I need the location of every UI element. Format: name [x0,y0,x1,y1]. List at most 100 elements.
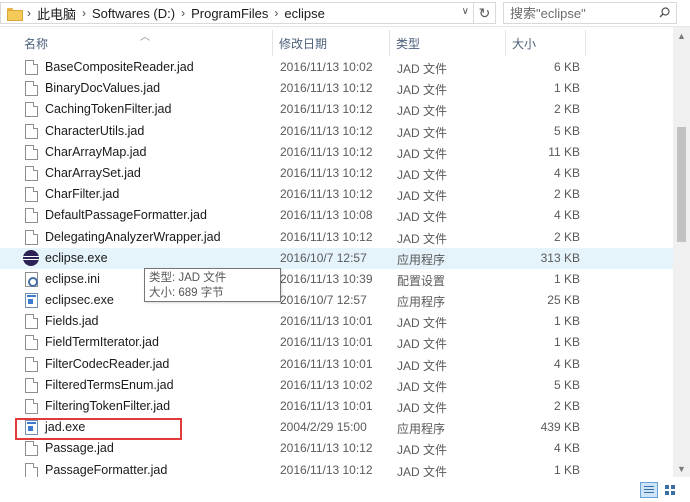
file-name: eclipse.ini [45,271,100,286]
file-type: JAD 文件 [397,104,448,119]
file-date: 2004/2/29 15:00 [280,420,367,435]
document-icon [25,229,38,245]
file-date: 2016/11/13 10:12 [280,123,373,138]
breadcrumb-eclipse[interactable]: eclipse [284,6,324,21]
file-date: 2016/11/13 10:39 [280,271,373,286]
breadcrumb-drive[interactable]: Softwares (D:) [92,6,175,21]
file-date: 2016/11/13 10:12 [280,229,373,244]
file-type: 应用程序 [397,295,446,310]
folder-icon [7,7,23,21]
file-row[interactable]: DelegatingAnalyzerWrapper.jad 2016/11/13 … [0,227,680,248]
file-name: eclipsec.exe [45,293,114,308]
column-type[interactable]: 类型 [390,30,506,56]
file-type: JAD 文件 [397,83,448,98]
file-size: 313 KB [540,250,580,265]
application-icon [25,293,38,309]
file-date: 2016/11/13 10:02 [280,377,373,392]
file-row[interactable]: CharArrayMap.jad 2016/11/13 10:12 JAD 文件 11… [0,142,680,163]
file-row[interactable]: eclipse.exe 2016/10/7 12:57 应用程序 313 KB [0,247,680,269]
scroll-down-arrow-icon[interactable]: ▼ [673,460,690,477]
file-name: CharArrayMap.jad [45,144,147,159]
file-name: Passage.jad [45,441,114,456]
file-type: JAD 文件 [397,443,448,458]
file-date: 2016/11/13 10:01 [280,335,373,350]
file-row[interactable]: FilteringTokenFilter.jad 2016/11/13 10:01… [0,396,680,417]
file-size: 1 KB [553,81,580,96]
chevron-right-icon[interactable]: › [82,6,86,20]
file-row[interactable]: CachingTokenFilter.jad 2016/11/13 10:12 JA… [0,99,680,120]
file-size: 2 KB [553,187,580,202]
vertical-scrollbar[interactable]: ▲ ▼ [673,27,690,477]
file-date: 2016/11/13 10:02 [280,60,373,74]
file-size: 5 KB [553,377,580,392]
breadcrumb-this-pc[interactable]: 此电脑 [37,4,76,23]
file-name: Fields.jad [45,314,99,329]
file-type: 应用程序 [397,252,446,267]
file-type: JAD 文件 [397,189,448,204]
file-row[interactable]: eclipse.ini 2016/11/13 10:39 配置设置 1 KB [0,269,680,290]
chevron-right-icon[interactable]: › [274,6,278,20]
file-row[interactable]: FieldTermIterator.jad 2016/11/13 10:01 JAD… [0,332,680,353]
file-date: 2016/11/13 10:12 [280,462,373,477]
refresh-button[interactable]: ↻ [474,2,496,24]
file-size: 2 KB [553,102,580,117]
file-row[interactable]: CharArraySet.jad 2016/11/13 10:12 JAD 文件 4 … [0,163,680,184]
file-name: FilteringTokenFilter.jad [45,399,171,413]
document-icon [25,165,38,181]
column-name[interactable]: 名称 [0,30,273,56]
file-name: FilteredTermsEnum.jad [45,377,174,392]
search-icon[interactable] [659,7,670,18]
file-row[interactable]: BinaryDocValues.jad 2016/11/13 10:12 JAD 文… [0,78,680,99]
file-size: 25 KB [547,293,580,308]
file-size: 2 KB [553,399,580,413]
chevron-right-icon[interactable]: › [27,6,31,20]
file-row[interactable]: FilterCodecReader.jad 2016/11/13 10:01 JAD… [0,354,680,375]
column-date-modified[interactable]: 修改日期 [273,30,390,56]
file-row[interactable]: BaseCompositeReader.jad 2016/11/13 10:02 J… [0,57,680,78]
breadcrumb-programfiles[interactable]: ProgramFiles [191,6,268,21]
search-input[interactable] [510,5,650,21]
file-date: 2016/10/7 12:57 [280,250,367,265]
document-icon [25,144,38,160]
eclipse-icon [23,249,39,266]
file-date: 2016/11/13 10:01 [280,314,373,329]
chevron-down-icon[interactable]: ∨ [462,6,469,17]
document-icon [25,314,38,330]
file-name: DelegatingAnalyzerWrapper.jad [45,229,221,244]
file-date: 2016/11/13 10:08 [280,208,373,223]
file-name: CachingTokenFilter.jad [45,102,172,117]
highlight-box [15,418,182,440]
file-row[interactable]: Fields.jad 2016/11/13 10:01 JAD 文件 1 KB [0,311,680,332]
file-name: eclipse.exe [45,250,108,265]
refresh-icon: ↻ [478,4,491,21]
document-icon [25,377,38,393]
details-view-button[interactable] [640,482,658,498]
file-row[interactable]: FilteredTermsEnum.jad 2016/11/13 10:02 JAD… [0,375,680,396]
chevron-right-icon[interactable]: › [181,6,185,20]
scroll-thumb[interactable] [677,127,686,242]
file-type: JAD 文件 [397,167,448,182]
document-icon [25,208,38,224]
file-row[interactable]: DefaultPassageFormatter.jad 2016/11/13 10… [0,205,680,226]
file-row[interactable]: CharacterUtils.jad 2016/11/13 10:12 JAD 文件… [0,121,680,142]
document-icon [25,102,38,118]
file-name: CharArraySet.jad [45,165,141,180]
large-icons-view-button[interactable] [662,482,680,498]
file-size: 1 KB [553,462,580,477]
file-size: 439 KB [540,420,580,435]
file-date: 2016/11/13 10:12 [280,144,373,159]
column-size[interactable]: 大小 [506,30,586,56]
breadcrumb[interactable]: › 此电脑 › Softwares (D:) › ProgramFiles › … [0,2,474,24]
file-name: BaseCompositeReader.jad [45,60,194,74]
file-row[interactable]: Passage.jad 2016/11/13 10:12 JAD 文件 4 KB [0,438,680,459]
file-name: CharacterUtils.jad [45,123,145,138]
search-box[interactable] [503,2,677,24]
file-row[interactable]: eclipsec.exe 2016/10/7 12:57 应用程序 25 KB [0,290,680,311]
file-date: 2016/11/13 10:12 [280,81,373,96]
file-row[interactable]: CharFilter.jad 2016/11/13 10:12 JAD 文件 2 KB [0,184,680,205]
document-icon [25,399,38,414]
file-size: 4 KB [553,441,580,456]
tooltip-type: 类型: JAD 文件 [149,272,227,284]
file-size: 4 KB [553,208,580,223]
scroll-up-arrow-icon[interactable]: ▲ [673,27,690,44]
